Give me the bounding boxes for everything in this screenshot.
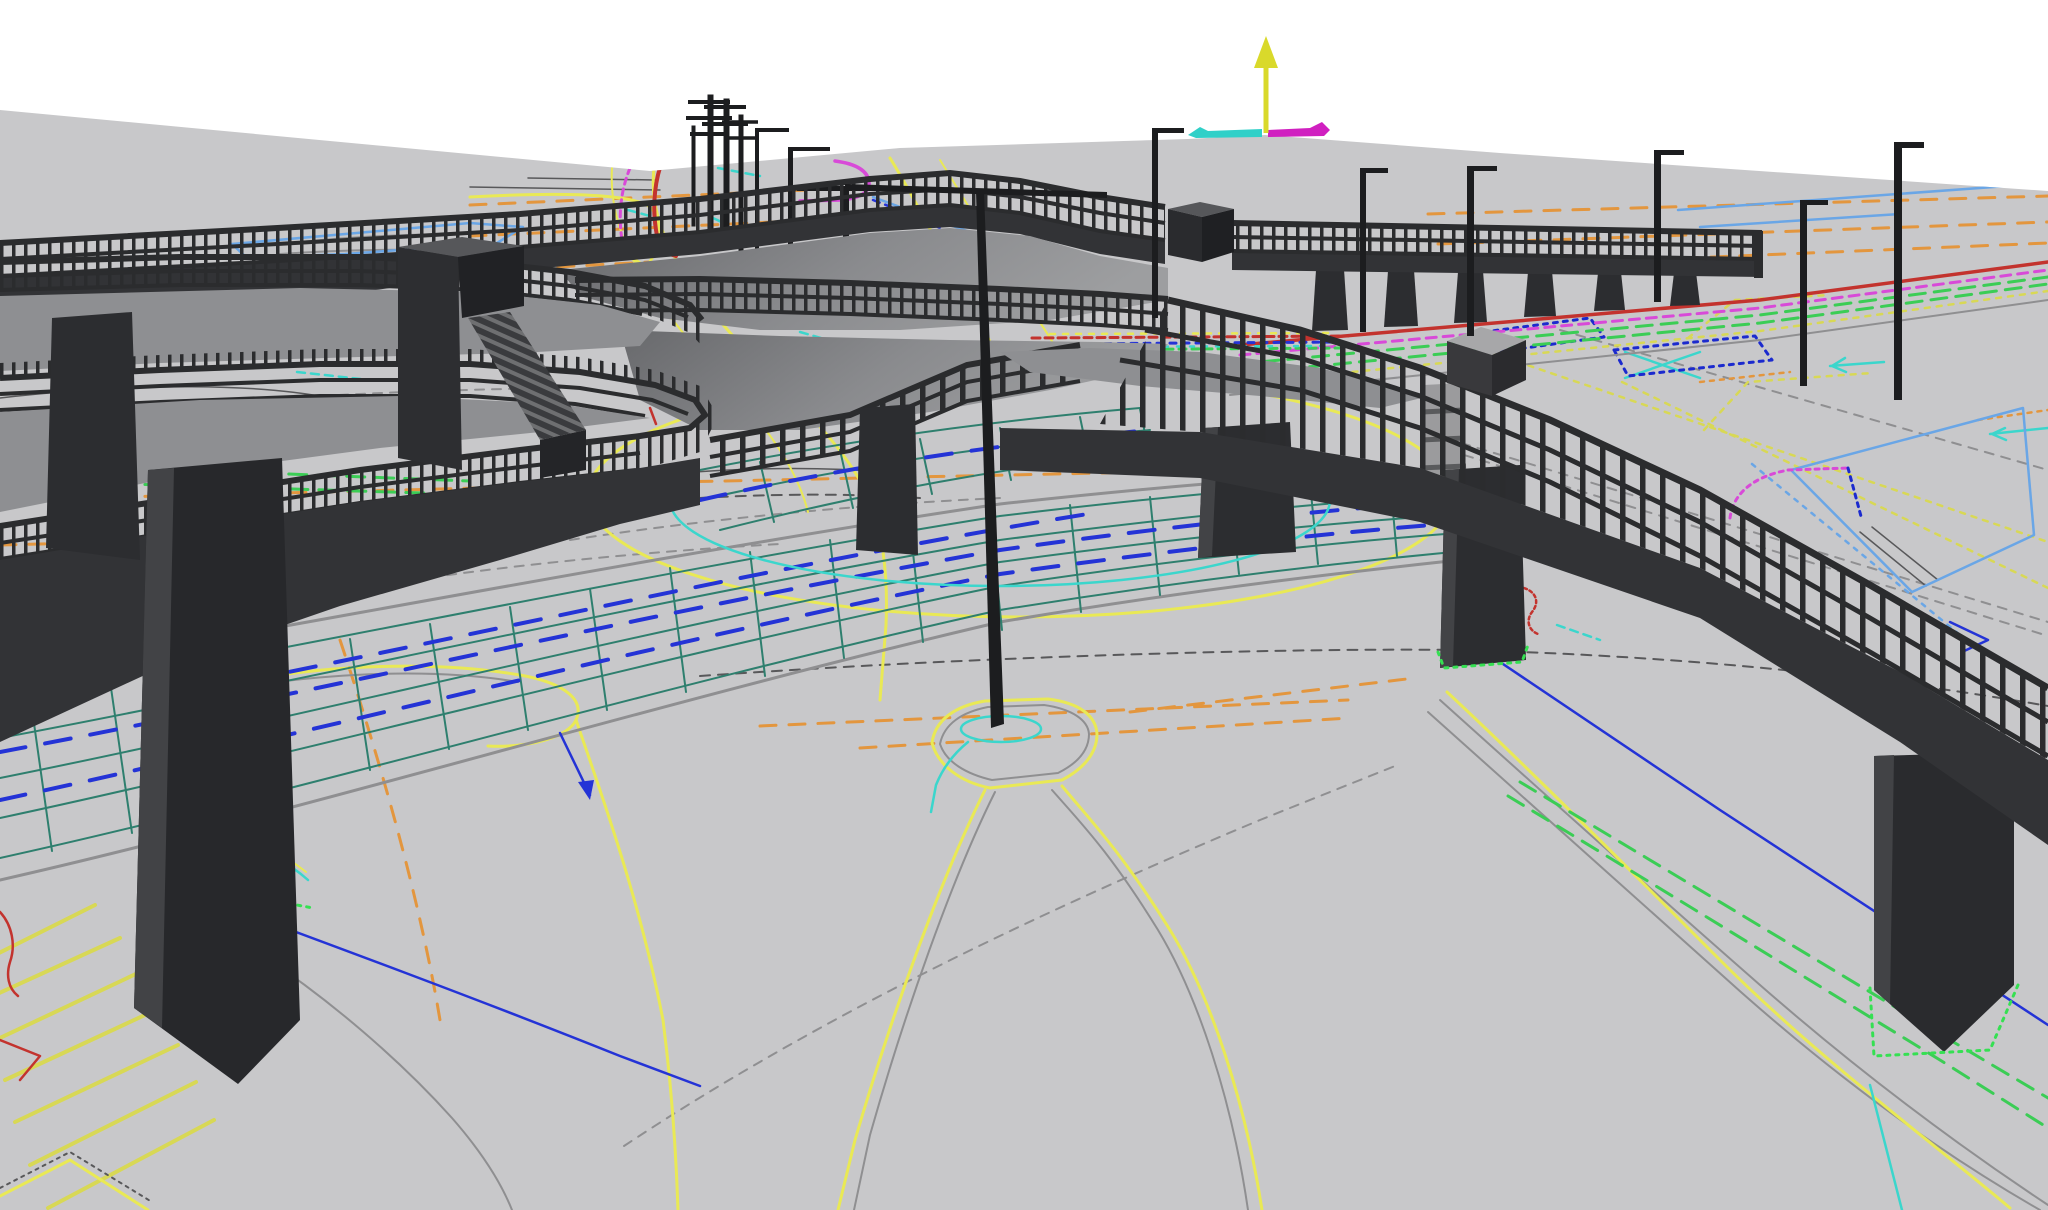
cad-3d-viewport[interactable] [0,0,2048,1210]
bridge-pier [46,312,140,560]
bridge-pier-large [134,458,300,1084]
stair-tower-right [1168,202,1234,262]
bridge-pier [856,404,918,555]
